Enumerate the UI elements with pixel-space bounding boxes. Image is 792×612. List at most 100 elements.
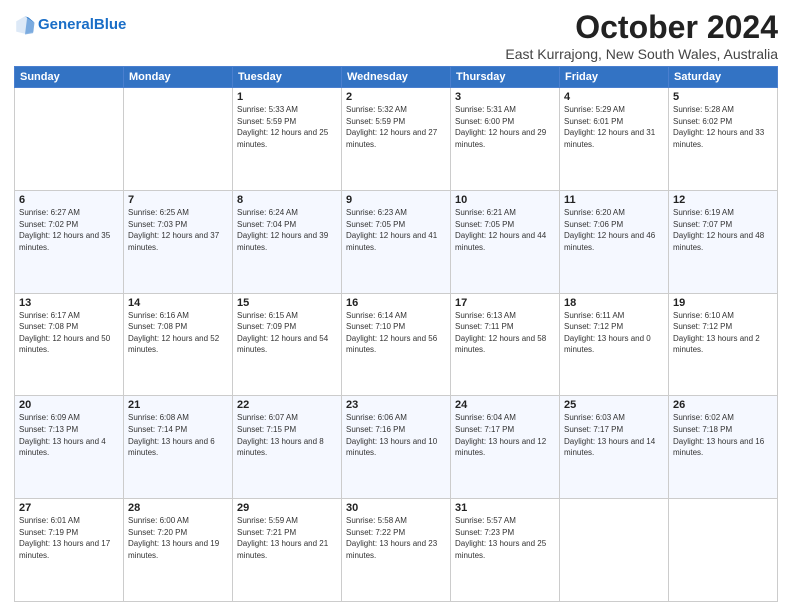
sunrise-text: Sunrise: 5:28 AM (673, 104, 773, 116)
calendar-cell: 7Sunrise: 6:25 AMSunset: 7:03 PMDaylight… (124, 190, 233, 293)
calendar-cell: 5Sunrise: 5:28 AMSunset: 6:02 PMDaylight… (669, 88, 778, 191)
calendar-cell: 9Sunrise: 6:23 AMSunset: 7:05 PMDaylight… (342, 190, 451, 293)
day-number: 2 (346, 91, 446, 103)
daylight-text: Daylight: 12 hours and 27 minutes. (346, 127, 446, 150)
sunrise-text: Sunrise: 6:21 AM (455, 207, 555, 219)
calendar-cell: 13Sunrise: 6:17 AMSunset: 7:08 PMDayligh… (15, 293, 124, 396)
calendar-cell: 29Sunrise: 5:59 AMSunset: 7:21 PMDayligh… (233, 499, 342, 602)
sunset-text: Sunset: 7:20 PM (128, 527, 228, 539)
sunrise-text: Sunrise: 6:13 AM (455, 310, 555, 322)
logo-text: GeneralBlue (38, 17, 126, 34)
sunset-text: Sunset: 7:16 PM (346, 424, 446, 436)
weekday-header-friday: Friday (560, 67, 669, 88)
daylight-text: Daylight: 12 hours and 48 minutes. (673, 230, 773, 253)
daylight-text: Daylight: 12 hours and 52 minutes. (128, 333, 228, 356)
daylight-text: Daylight: 13 hours and 4 minutes. (19, 436, 119, 459)
sunset-text: Sunset: 7:15 PM (237, 424, 337, 436)
sunset-text: Sunset: 7:02 PM (19, 219, 119, 231)
day-info: Sunrise: 6:01 AMSunset: 7:19 PMDaylight:… (19, 515, 119, 561)
day-number: 31 (455, 502, 555, 514)
sunset-text: Sunset: 7:17 PM (455, 424, 555, 436)
sunset-text: Sunset: 7:11 PM (455, 321, 555, 333)
day-info: Sunrise: 5:58 AMSunset: 7:22 PMDaylight:… (346, 515, 446, 561)
sunset-text: Sunset: 7:09 PM (237, 321, 337, 333)
day-number: 25 (564, 399, 664, 411)
sunrise-text: Sunrise: 6:01 AM (19, 515, 119, 527)
day-info: Sunrise: 6:17 AMSunset: 7:08 PMDaylight:… (19, 310, 119, 356)
sunset-text: Sunset: 6:00 PM (455, 116, 555, 128)
sunset-text: Sunset: 7:04 PM (237, 219, 337, 231)
day-number: 3 (455, 91, 555, 103)
sunrise-text: Sunrise: 6:25 AM (128, 207, 228, 219)
day-info: Sunrise: 6:02 AMSunset: 7:18 PMDaylight:… (673, 412, 773, 458)
day-number: 15 (237, 297, 337, 309)
day-info: Sunrise: 6:23 AMSunset: 7:05 PMDaylight:… (346, 207, 446, 253)
sunset-text: Sunset: 7:17 PM (564, 424, 664, 436)
calendar-cell: 27Sunrise: 6:01 AMSunset: 7:19 PMDayligh… (15, 499, 124, 602)
day-info: Sunrise: 5:32 AMSunset: 5:59 PMDaylight:… (346, 104, 446, 150)
calendar-cell: 22Sunrise: 6:07 AMSunset: 7:15 PMDayligh… (233, 396, 342, 499)
sunrise-text: Sunrise: 5:32 AM (346, 104, 446, 116)
calendar-cell (124, 88, 233, 191)
sunset-text: Sunset: 5:59 PM (346, 116, 446, 128)
calendar-cell: 17Sunrise: 6:13 AMSunset: 7:11 PMDayligh… (451, 293, 560, 396)
sunset-text: Sunset: 7:07 PM (673, 219, 773, 231)
daylight-text: Daylight: 13 hours and 8 minutes. (237, 436, 337, 459)
sunset-text: Sunset: 7:08 PM (19, 321, 119, 333)
sunset-text: Sunset: 7:05 PM (346, 219, 446, 231)
sunrise-text: Sunrise: 6:14 AM (346, 310, 446, 322)
daylight-text: Daylight: 12 hours and 41 minutes. (346, 230, 446, 253)
day-number: 28 (128, 502, 228, 514)
day-number: 23 (346, 399, 446, 411)
sunset-text: Sunset: 7:21 PM (237, 527, 337, 539)
daylight-text: Daylight: 13 hours and 14 minutes. (564, 436, 664, 459)
calendar-cell: 21Sunrise: 6:08 AMSunset: 7:14 PMDayligh… (124, 396, 233, 499)
day-number: 9 (346, 194, 446, 206)
daylight-text: Daylight: 12 hours and 46 minutes. (564, 230, 664, 253)
sunrise-text: Sunrise: 6:06 AM (346, 412, 446, 424)
sunset-text: Sunset: 7:10 PM (346, 321, 446, 333)
calendar-cell: 6Sunrise: 6:27 AMSunset: 7:02 PMDaylight… (15, 190, 124, 293)
day-info: Sunrise: 5:31 AMSunset: 6:00 PMDaylight:… (455, 104, 555, 150)
sunset-text: Sunset: 7:19 PM (19, 527, 119, 539)
daylight-text: Daylight: 12 hours and 56 minutes. (346, 333, 446, 356)
day-number: 12 (673, 194, 773, 206)
day-info: Sunrise: 6:19 AMSunset: 7:07 PMDaylight:… (673, 207, 773, 253)
sunset-text: Sunset: 7:12 PM (673, 321, 773, 333)
daylight-text: Daylight: 13 hours and 17 minutes. (19, 538, 119, 561)
calendar-week-5: 27Sunrise: 6:01 AMSunset: 7:19 PMDayligh… (15, 499, 778, 602)
calendar-cell: 3Sunrise: 5:31 AMSunset: 6:00 PMDaylight… (451, 88, 560, 191)
day-number: 11 (564, 194, 664, 206)
day-number: 4 (564, 91, 664, 103)
calendar-cell: 14Sunrise: 6:16 AMSunset: 7:08 PMDayligh… (124, 293, 233, 396)
daylight-text: Daylight: 12 hours and 31 minutes. (564, 127, 664, 150)
logo-icon (14, 14, 36, 36)
day-number: 14 (128, 297, 228, 309)
daylight-text: Daylight: 13 hours and 6 minutes. (128, 436, 228, 459)
sunrise-text: Sunrise: 5:29 AM (564, 104, 664, 116)
sunrise-text: Sunrise: 6:19 AM (673, 207, 773, 219)
location-subtitle: East Kurrajong, New South Wales, Austral… (505, 46, 778, 62)
sunset-text: Sunset: 7:06 PM (564, 219, 664, 231)
day-info: Sunrise: 6:08 AMSunset: 7:14 PMDaylight:… (128, 412, 228, 458)
daylight-text: Daylight: 13 hours and 10 minutes. (346, 436, 446, 459)
day-number: 10 (455, 194, 555, 206)
day-number: 19 (673, 297, 773, 309)
daylight-text: Daylight: 12 hours and 44 minutes. (455, 230, 555, 253)
sunrise-text: Sunrise: 6:04 AM (455, 412, 555, 424)
daylight-text: Daylight: 12 hours and 58 minutes. (455, 333, 555, 356)
sunset-text: Sunset: 5:59 PM (237, 116, 337, 128)
sunset-text: Sunset: 7:14 PM (128, 424, 228, 436)
calendar-cell: 26Sunrise: 6:02 AMSunset: 7:18 PMDayligh… (669, 396, 778, 499)
calendar-cell: 18Sunrise: 6:11 AMSunset: 7:12 PMDayligh… (560, 293, 669, 396)
day-number: 16 (346, 297, 446, 309)
calendar-cell: 1Sunrise: 5:33 AMSunset: 5:59 PMDaylight… (233, 88, 342, 191)
day-info: Sunrise: 6:15 AMSunset: 7:09 PMDaylight:… (237, 310, 337, 356)
day-info: Sunrise: 6:06 AMSunset: 7:16 PMDaylight:… (346, 412, 446, 458)
calendar-cell: 15Sunrise: 6:15 AMSunset: 7:09 PMDayligh… (233, 293, 342, 396)
daylight-text: Daylight: 12 hours and 33 minutes. (673, 127, 773, 150)
sunrise-text: Sunrise: 6:10 AM (673, 310, 773, 322)
day-number: 24 (455, 399, 555, 411)
day-info: Sunrise: 6:00 AMSunset: 7:20 PMDaylight:… (128, 515, 228, 561)
calendar-week-3: 13Sunrise: 6:17 AMSunset: 7:08 PMDayligh… (15, 293, 778, 396)
